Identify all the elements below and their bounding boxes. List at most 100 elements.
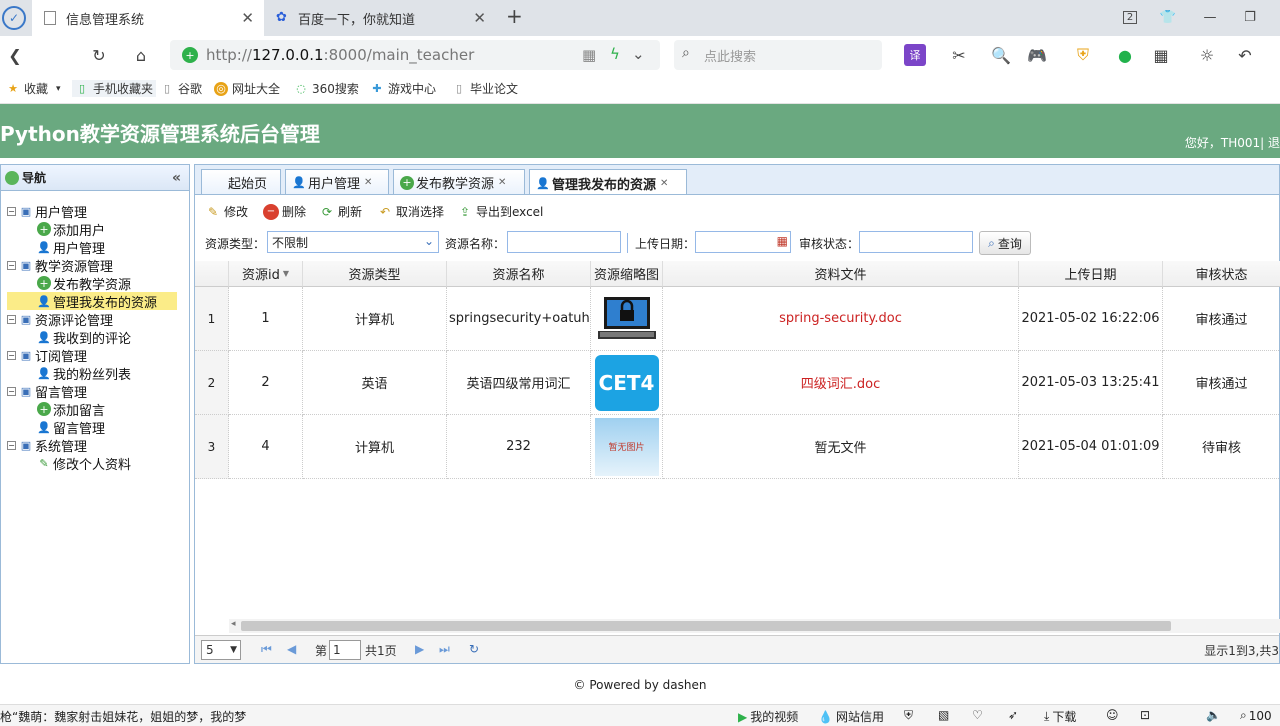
shield-icon[interactable]: ⛨: [1072, 44, 1094, 66]
cell-type[interactable]: 计算机: [303, 415, 447, 479]
collapse-icon[interactable]: −: [7, 314, 16, 324]
browser-tab-baidu[interactable]: ✿ 百度一下，你就知道 ✕: [264, 0, 496, 36]
tab-home[interactable]: 起始页: [201, 169, 281, 195]
cell-id[interactable]: 2: [229, 351, 303, 415]
new-tab-button[interactable]: +: [506, 4, 523, 28]
cell-status[interactable]: 待审核: [1163, 415, 1280, 479]
reload-icon[interactable]: ↻: [469, 642, 479, 656]
lightning-icon[interactable]: ϟ: [610, 45, 620, 63]
scissors-icon[interactable]: ✂: [948, 44, 970, 66]
cell-status[interactable]: 审核通过: [1163, 351, 1280, 415]
bookmark-favorites[interactable]: ★ 收藏 ▾: [6, 80, 60, 97]
back-icon[interactable]: ❮: [4, 44, 26, 66]
grid-icon[interactable]: ▦: [1150, 44, 1172, 66]
heart-icon[interactable]: ♡: [972, 708, 983, 722]
scrollbar-thumb[interactable]: [241, 621, 1171, 631]
tree-item-add-message[interactable]: + 添加留言: [37, 400, 105, 419]
split-icon[interactable]: ⊡: [1140, 708, 1150, 722]
gamepad-icon[interactable]: 🎮: [1026, 44, 1048, 66]
refresh-button[interactable]: ⟳ 刷新: [319, 203, 362, 220]
tree-group-comments[interactable]: − ▣ 资源评论管理: [7, 310, 113, 329]
restore-icon[interactable]: ❐: [1238, 6, 1262, 28]
cell-id[interactable]: 4: [229, 415, 303, 479]
cell-type[interactable]: 英语: [303, 351, 447, 415]
first-page-icon[interactable]: ⏮: [261, 642, 272, 657]
tab-publish-resource[interactable]: + 发布教学资源 ✕: [393, 169, 525, 195]
tree-item-my-resources[interactable]: 👤 管理我发布的资源: [7, 292, 177, 311]
cell-file[interactable]: 暂无文件: [663, 415, 1019, 479]
zoom-level[interactable]: ⌕ 100: [1240, 708, 1272, 723]
minimize-icon[interactable]: —: [1198, 6, 1222, 28]
file-link[interactable]: spring-security.doc: [779, 311, 902, 326]
translate-icon[interactable]: 译: [904, 44, 926, 66]
bookmark-games[interactable]: ✚ 游戏中心: [370, 80, 436, 97]
tree-group-resources[interactable]: − ▣ 教学资源管理: [7, 256, 113, 275]
tree-item-received-comments[interactable]: 👤 我收到的评论: [37, 328, 131, 347]
browser-logo-icon[interactable]: ✓: [2, 6, 26, 30]
deselect-button[interactable]: ↶ 取消选择: [377, 203, 444, 220]
tree-group-system[interactable]: − ▣ 系统管理: [7, 436, 87, 455]
cell-date[interactable]: 2021-05-04 01:01:09: [1019, 415, 1163, 479]
shield-icon[interactable]: ⛨: [904, 708, 913, 723]
cell-thumb[interactable]: 暂无图片: [591, 415, 663, 479]
scroll-left-icon[interactable]: ◂: [231, 619, 236, 629]
cell-file[interactable]: spring-security.doc: [663, 287, 1019, 351]
reload-icon[interactable]: ↻: [88, 44, 110, 66]
tab-user-manage[interactable]: 👤 用户管理 ✕: [285, 169, 389, 195]
browser-tab-info-system[interactable]: 信息管理系统 ✕: [32, 0, 264, 36]
page-size-select[interactable]: 5 ▼: [201, 640, 241, 660]
close-icon[interactable]: ✕: [241, 9, 254, 27]
cell-name[interactable]: 232: [447, 415, 591, 479]
rocket-icon[interactable]: ➶: [1008, 708, 1018, 722]
col-header-date[interactable]: 上传日期: [1019, 261, 1163, 287]
query-button[interactable]: ⌕ 查询: [979, 231, 1031, 255]
volume-icon[interactable]: 🔈: [1206, 708, 1221, 722]
export-excel-button[interactable]: ⇪ 导出到excel: [457, 203, 543, 220]
col-header-id[interactable]: 资源id ▼: [229, 261, 303, 287]
cell-name[interactable]: 英语四级常用词汇: [447, 351, 591, 415]
bookmark-mobile[interactable]: ▯ 手机收藏夹: [72, 80, 157, 97]
robot-icon[interactable]: ☺: [1106, 708, 1119, 722]
close-icon[interactable]: ✕: [364, 177, 372, 188]
tree-item-message-manage[interactable]: 👤 留言管理: [37, 418, 105, 437]
close-icon[interactable]: ✕: [473, 9, 486, 27]
magnifier-icon[interactable]: 🔍: [990, 44, 1012, 66]
calendar-icon[interactable]: ▦: [777, 234, 788, 248]
collapse-icon[interactable]: −: [7, 440, 16, 450]
status-input[interactable]: [859, 231, 973, 253]
tree-item-add-user[interactable]: + 添加用户: [37, 220, 105, 239]
chat-icon[interactable]: ●: [1114, 44, 1136, 66]
url-input[interactable]: + http:// 127.0.0.1 :8000/main_teacher ▦…: [170, 40, 660, 70]
search-input[interactable]: ⌕ 点此搜索: [674, 40, 882, 70]
cell-thumb[interactable]: CET4: [591, 351, 663, 415]
col-header-thumb[interactable]: 资源缩略图: [591, 261, 663, 287]
cell-status[interactable]: 审核通过: [1163, 287, 1280, 351]
brightness-icon[interactable]: ☼: [1196, 44, 1218, 66]
date-input[interactable]: ▦: [695, 231, 791, 253]
my-videos[interactable]: ▶ 我的视频: [738, 708, 798, 725]
undo-icon[interactable]: ↶: [1234, 44, 1256, 66]
qr-icon[interactable]: ▦: [582, 46, 596, 64]
next-page-icon[interactable]: ▶: [415, 642, 424, 656]
type-select[interactable]: 不限制 ⌄: [267, 231, 439, 253]
tree-group-users[interactable]: − ▣ 用户管理: [7, 202, 87, 221]
prev-page-icon[interactable]: ◀: [287, 642, 296, 656]
tab-my-resources[interactable]: 👤 管理我发布的资源 ✕: [529, 169, 687, 196]
tree-group-subscriptions[interactable]: − ▣ 订阅管理: [7, 346, 87, 365]
bookmark-360[interactable]: ◌ 360搜索: [294, 80, 359, 97]
cell-type[interactable]: 计算机: [303, 287, 447, 351]
collapse-icon[interactable]: −: [7, 206, 16, 216]
bookmark-directory[interactable]: ◎ 网址大全: [214, 80, 280, 97]
shirt-icon[interactable]: 👕: [1156, 6, 1180, 28]
bookmark-google[interactable]: ▯ 谷歌: [160, 80, 202, 97]
user-greeting[interactable]: 您好，TH001| 退: [1185, 134, 1280, 151]
col-header-name[interactable]: 资源名称: [447, 261, 591, 287]
tree-item-fans[interactable]: 👤 我的粉丝列表: [37, 364, 131, 383]
site-credit[interactable]: 💧 网站信用: [818, 708, 884, 725]
chevron-down-icon[interactable]: ⌄: [632, 45, 645, 63]
tree-item-edit-profile[interactable]: ✎ 修改个人资料: [37, 454, 131, 473]
tree-group-messages[interactable]: − ▣ 留言管理: [7, 382, 87, 401]
bookmark-thesis[interactable]: ▯ 毕业论文: [452, 80, 518, 97]
collapse-icon[interactable]: −: [7, 260, 16, 270]
image-icon[interactable]: ▧: [938, 708, 949, 722]
